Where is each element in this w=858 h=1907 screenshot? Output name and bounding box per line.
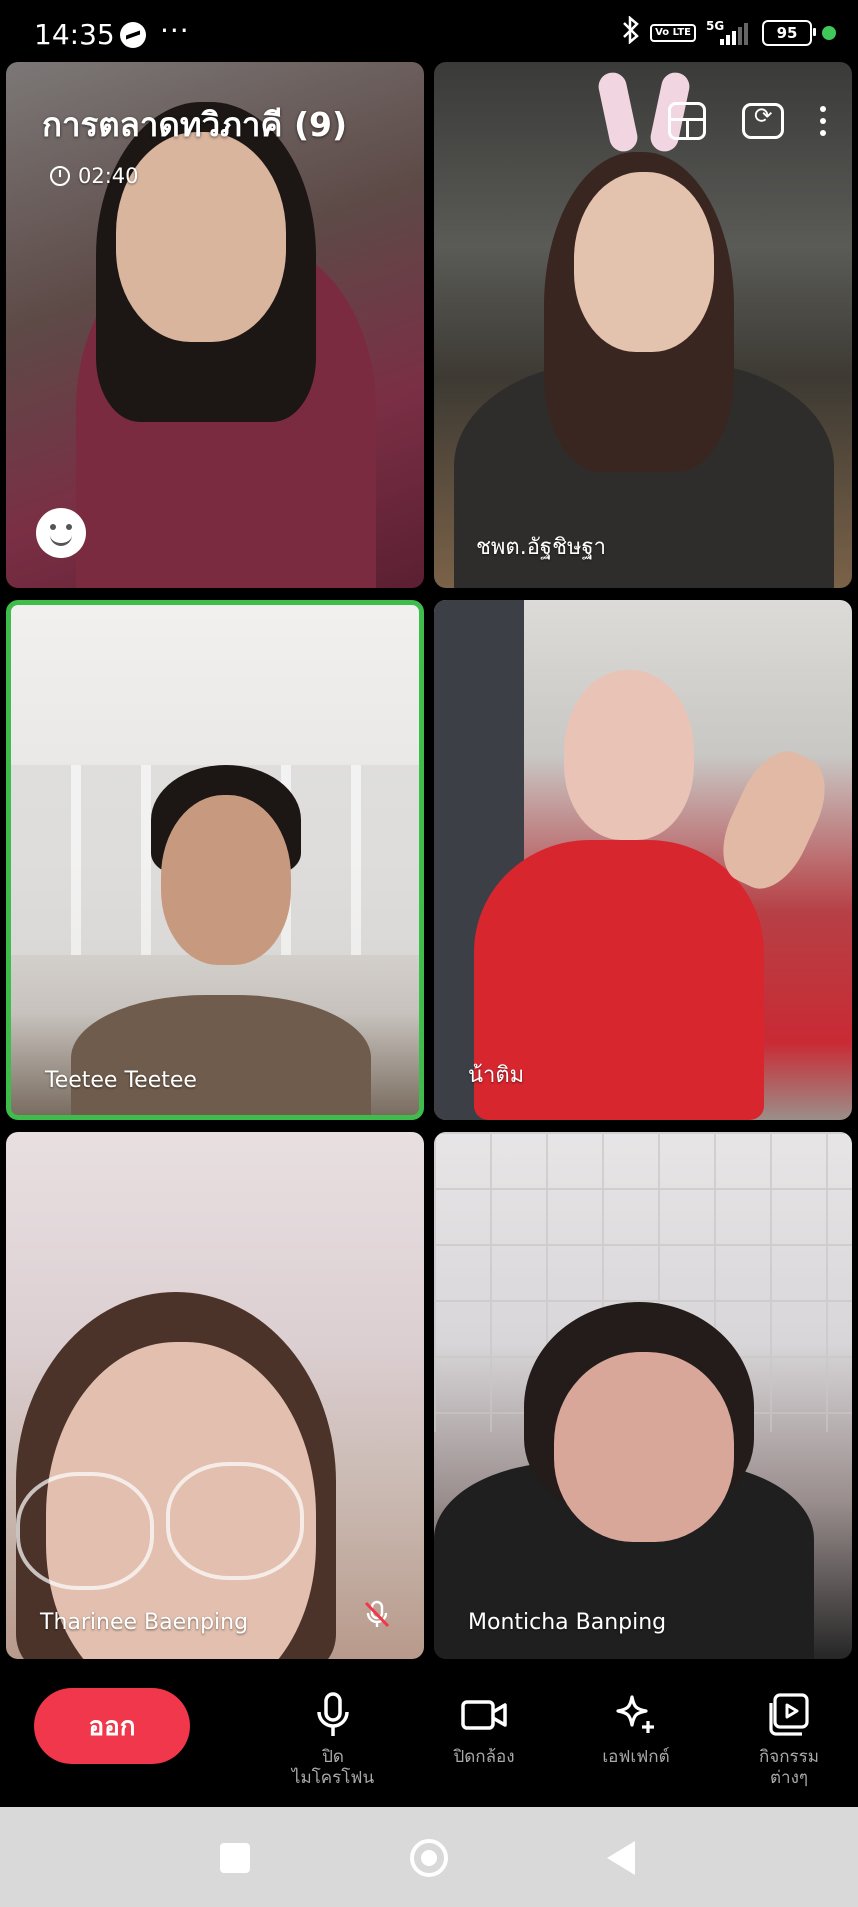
call-timer: 02:40 <box>50 164 139 188</box>
participant-name: Monticha Banping <box>468 1610 667 1635</box>
video-tile-participant[interactable]: Monticha Banping <box>434 1132 852 1659</box>
activities-button[interactable]: กิจกรรม ต่างๆ <box>724 1689 854 1789</box>
privacy-indicator-icon <box>822 26 836 40</box>
video-tile-participant[interactable]: ชพต.อัฐชิษฐา <box>434 62 852 588</box>
microphone-icon <box>268 1689 398 1741</box>
participant-name: Tharinee Baenping <box>40 1610 249 1635</box>
bluetooth-icon <box>622 14 640 51</box>
sparkle-icon <box>571 1689 701 1741</box>
call-title: การตลาดทวิภาคี (9) <box>42 105 348 144</box>
home-button[interactable] <box>410 1839 448 1877</box>
status-bar: 14:35 ··· Vo LTE 5G 95 <box>0 0 858 62</box>
system-navigation-bar <box>0 1807 858 1907</box>
activities-icon <box>724 1689 854 1741</box>
signal-5g-icon: 5G <box>706 19 752 47</box>
call-controls: ออก ปิด ไมโครโฟน ปิดกล้อง เอฟเฟกต์ กิจกร… <box>0 1659 858 1807</box>
more-options-icon[interactable] <box>820 106 826 136</box>
recent-apps-button[interactable] <box>220 1843 250 1873</box>
participant-name: น้าติม <box>468 1063 525 1088</box>
video-tile-participant[interactable]: Tharinee Baenping <box>6 1132 424 1659</box>
video-tile-active-speaker[interactable]: Teetee Teetee <box>6 600 424 1120</box>
video-tile-self[interactable]: การตลาดทวิภาคี (9) 02:40 <box>6 62 424 588</box>
mute-microphone-button[interactable]: ปิด ไมโครโฟน <box>268 1689 398 1789</box>
switch-camera-icon[interactable] <box>742 103 784 139</box>
participant-name: Teetee Teetee <box>45 1068 197 1093</box>
leave-call-button[interactable]: ออก <box>34 1688 190 1764</box>
participant-name: ชพต.อัฐชิษฐา <box>476 535 606 560</box>
layout-icon[interactable] <box>668 102 706 140</box>
video-tile-participant[interactable]: น้าติม <box>434 600 852 1120</box>
back-button[interactable] <box>607 1841 635 1875</box>
messenger-icon <box>120 22 146 48</box>
video-camera-icon <box>419 1689 549 1741</box>
mic-muted-icon <box>362 1599 392 1629</box>
effects-button[interactable]: เอฟเฟกต์ <box>571 1689 701 1768</box>
turn-off-camera-button[interactable]: ปิดกล้อง <box>419 1689 549 1768</box>
more-notifications-icon: ··· <box>160 14 190 47</box>
clock-icon <box>50 166 70 186</box>
volte-icon: Vo LTE <box>650 24 696 42</box>
status-time: 14:35 <box>34 18 115 51</box>
battery-icon: 95 <box>762 20 816 46</box>
participant-video <box>71 995 371 1115</box>
reaction-emoji-button[interactable] <box>36 508 86 558</box>
